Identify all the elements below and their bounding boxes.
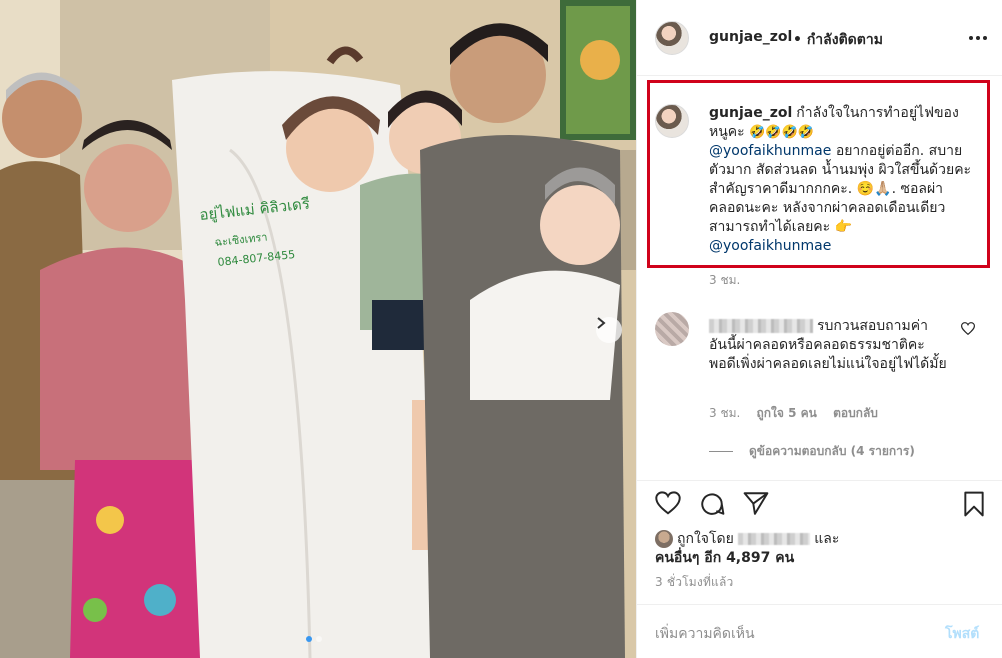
comment-likes-count[interactable]: ถูกใจ 5 คน (757, 406, 817, 420)
comment-icon[interactable] (699, 491, 725, 517)
caption-author-avatar[interactable] (655, 104, 689, 138)
view-replies-label: ดูข้อความตอบกลับ (4 รายการ) (749, 444, 915, 458)
author-username[interactable]: gunjae_zol (709, 29, 792, 45)
view-replies-button[interactable]: ดูข้อความตอบกลับ (4 รายการ) (709, 442, 915, 461)
share-icon[interactable] (743, 491, 769, 515)
caption-username[interactable]: gunjae_zol (709, 105, 792, 121)
liked-by-prefix: ถูกใจโดย (677, 531, 734, 547)
post-header: gunjae_zol • กำลังติดตาม (637, 0, 1002, 76)
family-photo-illustration: อยู่ไฟแม่ คิลิวเดรี ฉะเชิงเทรา 084-807-8… (0, 0, 636, 658)
add-comment-bar: เพิ่มความคิดเห็น โพสต์ (637, 604, 1002, 658)
post-caption: gunjae_zol กำลังใจในการทำอยู่ไฟของหนูคะ 🤣… (709, 104, 975, 256)
mention-link[interactable]: @yoofaikhunmae (709, 238, 831, 254)
comment-item: รบกวนสอบถามค่า อันนี้ผ่าคลอดหรือคลอดธรรม… (709, 317, 949, 374)
commenter-username-blurred[interactable] (709, 319, 813, 333)
commenter-avatar-blurred[interactable] (655, 312, 689, 346)
post-details-pane: gunjae_zol • กำลังติดตาม gunjae_zol กำลัง… (636, 0, 1002, 658)
carousel-indicator (306, 636, 322, 642)
more-options-button[interactable] (967, 28, 989, 48)
add-comment-input[interactable]: เพิ่มความคิดเห็น (655, 623, 755, 645)
liked-by-others-link[interactable]: คนอื่นๆ อีก 4,897 คน (655, 550, 794, 566)
carousel-dot (316, 636, 322, 642)
comment-like-heart-icon[interactable] (961, 322, 975, 335)
mention-link[interactable]: @yoofaikhunmae (709, 143, 831, 159)
author-avatar[interactable] (655, 21, 689, 55)
post-photo[interactable]: อยู่ไฟแม่ คิลิวเดรี ฉะเชิงเทรา 084-807-8… (0, 0, 636, 658)
caption-timestamp: 3 ชม. (709, 273, 741, 287)
comment-reply-button[interactable]: ตอบกลับ (833, 406, 878, 420)
comment-meta: 3 ชม. ถูกใจ 5 คน ตอบกลับ (709, 404, 890, 423)
chevron-right-icon (597, 317, 606, 329)
more-horizontal-icon (969, 36, 973, 40)
bookmark-icon[interactable] (963, 491, 985, 517)
liked-by-summary: ถูกใจโดย และ คนอื่นๆ อีก 4,897 คน (655, 530, 839, 568)
carousel-dot (306, 636, 312, 642)
comment-timestamp: 3 ชม. (709, 406, 741, 420)
post-actions: ถูกใจโดย และ คนอื่นๆ อีก 4,897 คน 3 ชั่ว… (637, 480, 1002, 611)
heart-icon[interactable] (655, 491, 681, 515)
follow-status[interactable]: • กำลังติดตาม (793, 29, 883, 51)
post-comment-button[interactable]: โพสต์ (945, 623, 979, 645)
liker-avatar[interactable] (655, 530, 673, 548)
next-photo-button[interactable] (596, 317, 622, 343)
caption-emojis: 🤣🤣🤣🤣 (749, 125, 814, 140)
liker-username-blurred[interactable] (738, 533, 811, 545)
replies-divider-line (709, 451, 733, 452)
post-timestamp[interactable]: 3 ชั่วโมงที่แล้ว (655, 573, 733, 592)
liked-by-and: และ (814, 531, 840, 547)
